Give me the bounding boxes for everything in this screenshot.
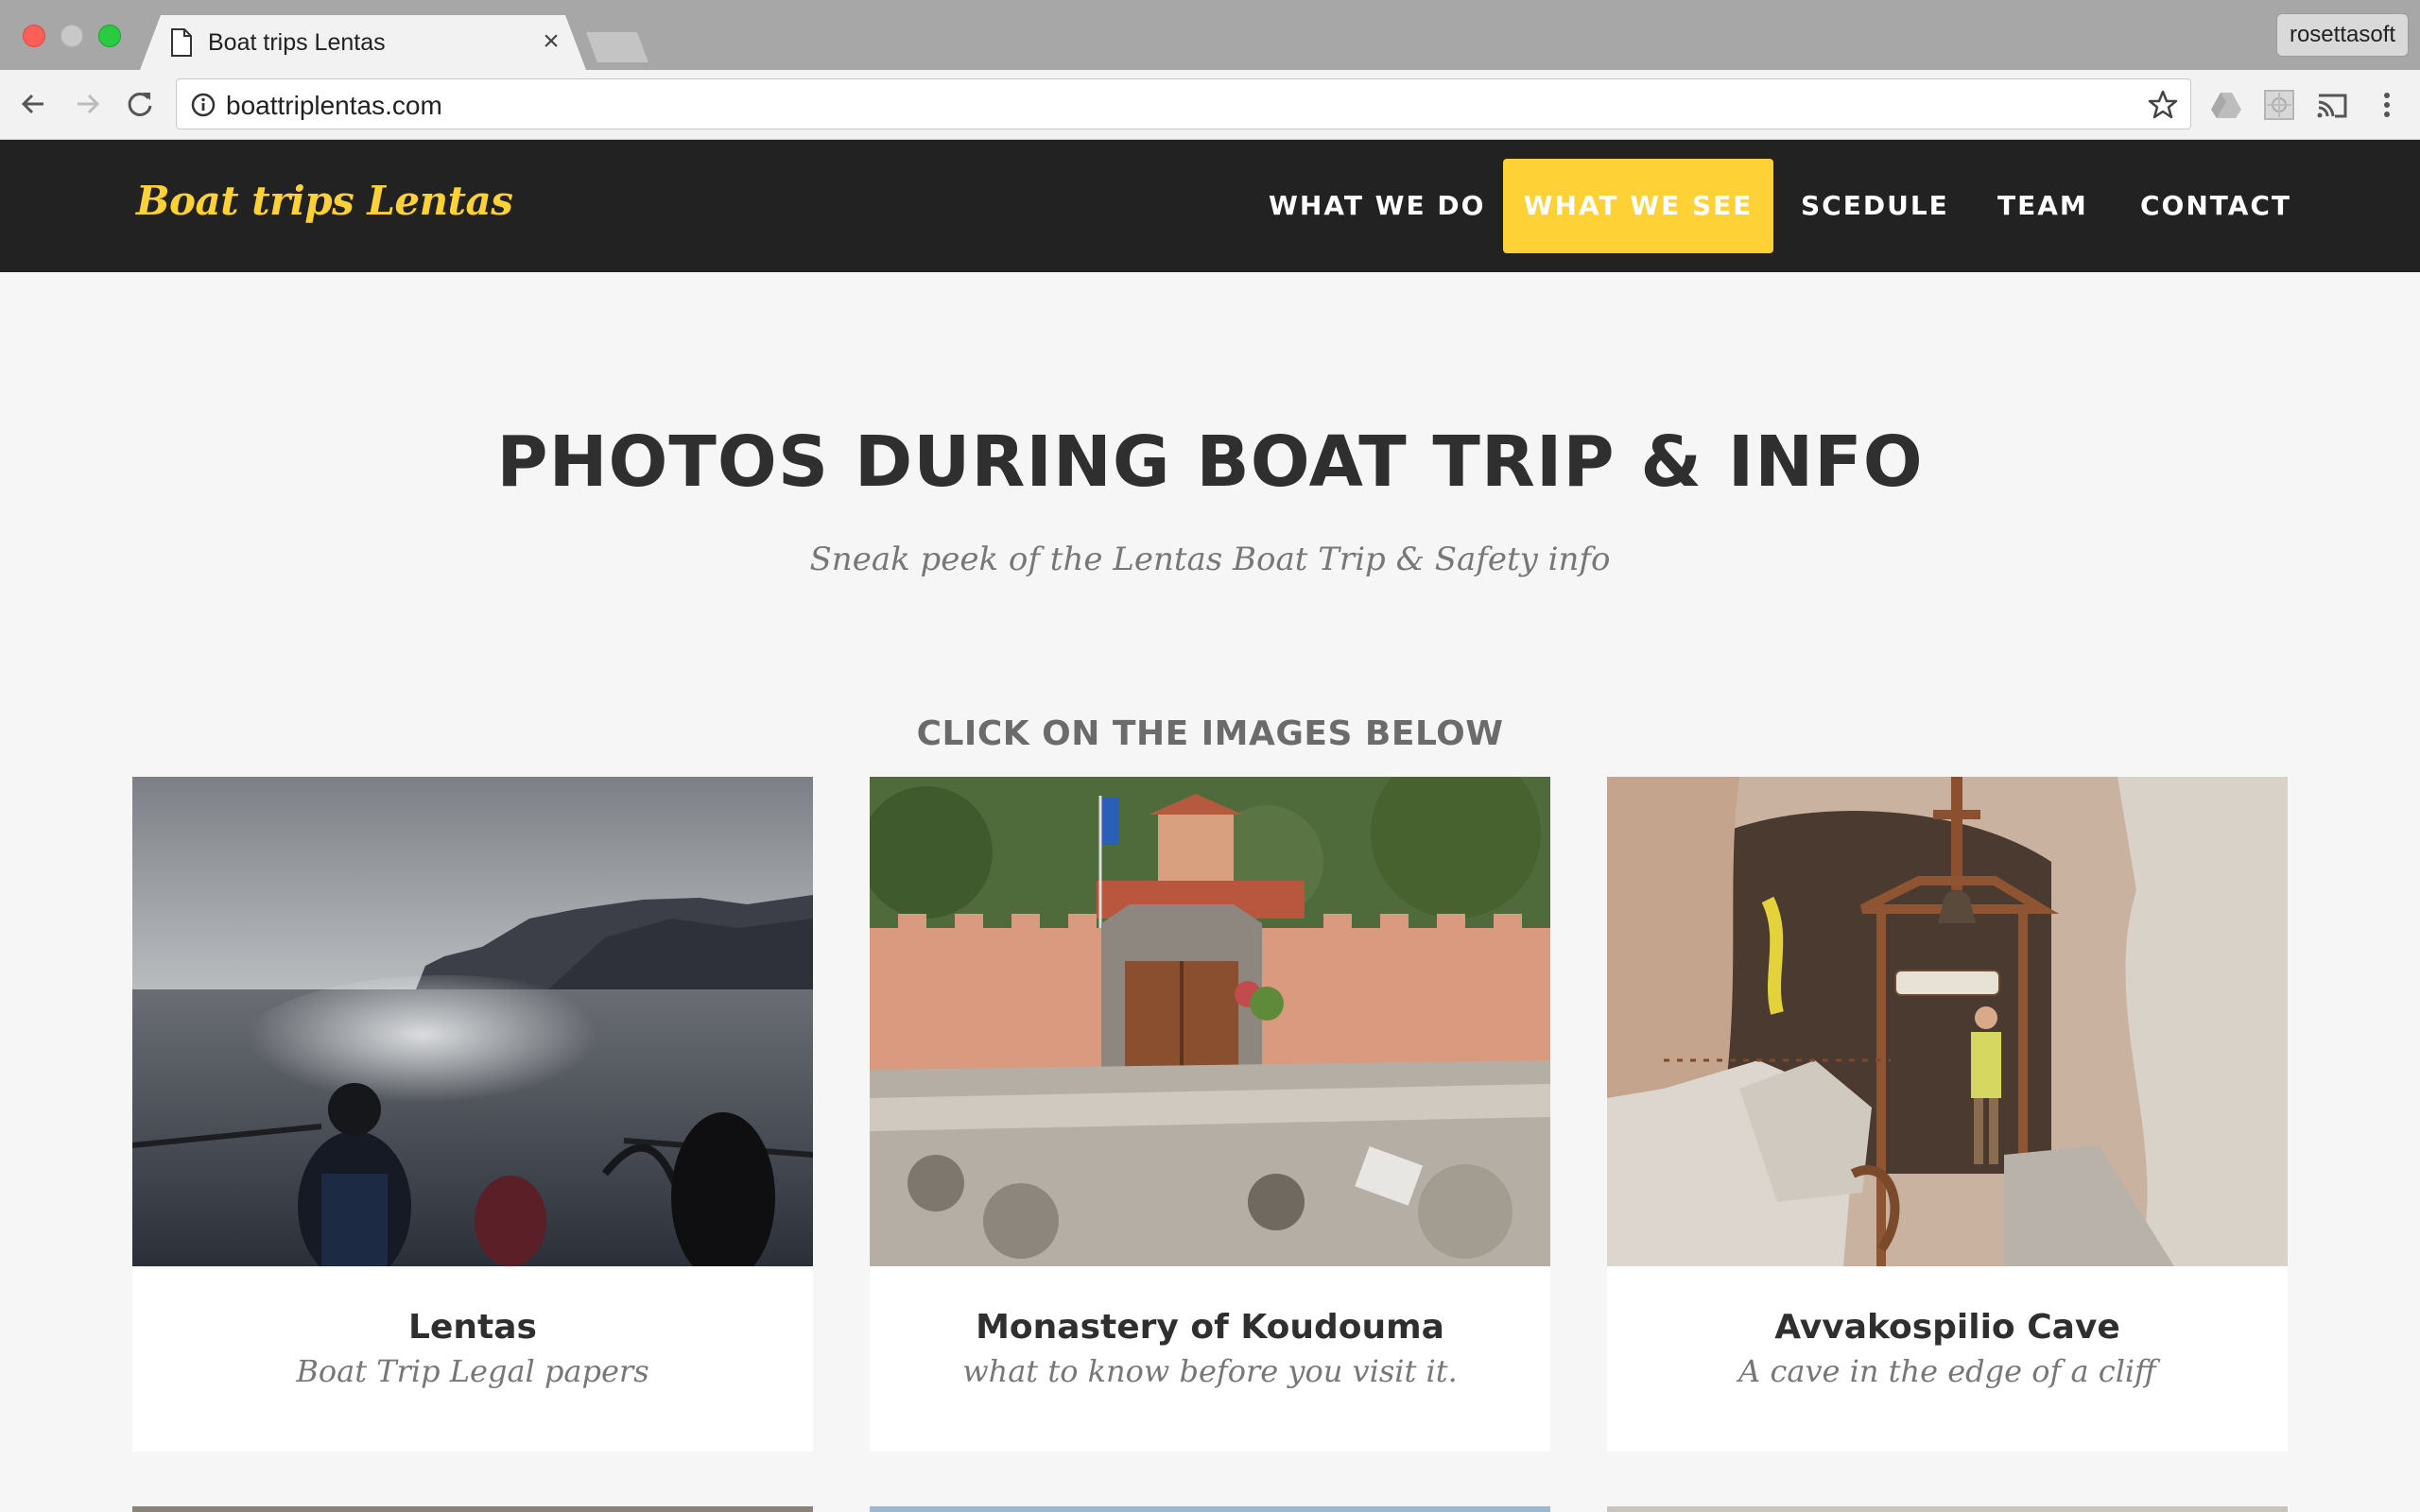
- extension-puzzle-icon[interactable]: [2261, 87, 2297, 123]
- browser-toolbar: boattriplentas.com: [0, 70, 2420, 140]
- portfolio-card-monastery[interactable]: Monastery of Koudouma what to know befor…: [870, 777, 1550, 1452]
- close-window-button[interactable]: [23, 25, 45, 47]
- nav-item-what-we-see[interactable]: WHAT WE SEE: [1503, 159, 1773, 253]
- maximize-window-button[interactable]: [98, 25, 121, 47]
- cast-icon[interactable]: [2314, 87, 2350, 123]
- minimize-window-button[interactable]: [60, 25, 83, 47]
- forward-arrow-icon[interactable]: [68, 85, 106, 123]
- browser-tab[interactable]: Boat trips Lentas ×: [140, 15, 586, 70]
- site-navbar: Boat trips Lentas WHAT WE DO WHAT WE SEE…: [0, 140, 2420, 272]
- sea-view-photo[interactable]: [132, 777, 813, 1266]
- portfolio-card-cave[interactable]: Avvakospilio Cave A cave in the edge of …: [1607, 777, 2288, 1452]
- page-title: PHOTOS DURING BOAT TRIP & INFO: [496, 421, 1924, 503]
- new-tab-button[interactable]: [586, 32, 648, 62]
- tab-close-icon[interactable]: ×: [537, 25, 565, 59]
- next-card-photo[interactable]: [1607, 1506, 2288, 1512]
- url-text[interactable]: boattriplentas.com: [226, 91, 442, 121]
- nav-item-team[interactable]: TEAM: [1997, 159, 2088, 253]
- card-subtitle: Boat Trip Legal papers: [296, 1353, 649, 1389]
- card-subtitle: A cave in the edge of a cliff: [1738, 1353, 2156, 1389]
- bookmark-star-icon[interactable]: [2147, 89, 2179, 121]
- menu-kebab-icon[interactable]: [2369, 87, 2405, 123]
- reload-icon[interactable]: [121, 85, 159, 123]
- drive-extension-icon[interactable]: [2208, 87, 2244, 123]
- next-card-photo[interactable]: [132, 1506, 813, 1512]
- click-instruction: CLICK ON THE IMAGES BELOW: [916, 714, 1504, 753]
- nav-item-contact[interactable]: CONTACT: [2140, 159, 2291, 253]
- brand-logo[interactable]: Boat trips Lentas: [136, 178, 513, 224]
- file-icon: [170, 28, 193, 57]
- portfolio-card-lentas[interactable]: Lentas Boat Trip Legal papers: [132, 777, 813, 1452]
- page-subtitle: Sneak peek of the Lentas Boat Trip & Saf…: [809, 541, 1611, 578]
- profile-button[interactable]: rosettasoft: [2276, 13, 2409, 57]
- nav-item-what-we-do[interactable]: WHAT WE DO: [1269, 159, 1485, 253]
- info-icon[interactable]: [190, 92, 216, 118]
- card-title: Monastery of Koudouma: [976, 1308, 1444, 1347]
- nav-item-scedule[interactable]: SCEDULE: [1801, 159, 1949, 253]
- card-title: Avvakospilio Cave: [1774, 1308, 2120, 1347]
- card-subtitle: what to know before you visit it.: [962, 1353, 1458, 1389]
- address-bar[interactable]: boattriplentas.com: [176, 78, 2191, 129]
- cave-photo[interactable]: [1607, 777, 2288, 1266]
- monastery-photo[interactable]: [870, 777, 1550, 1266]
- tab-title: Boat trips Lentas: [208, 29, 386, 56]
- back-arrow-icon[interactable]: [15, 85, 53, 123]
- card-title: Lentas: [408, 1308, 537, 1347]
- next-card-photo[interactable]: [870, 1506, 1550, 1512]
- browser-tab-bar: Boat trips Lentas × rosettasoft: [0, 0, 2420, 70]
